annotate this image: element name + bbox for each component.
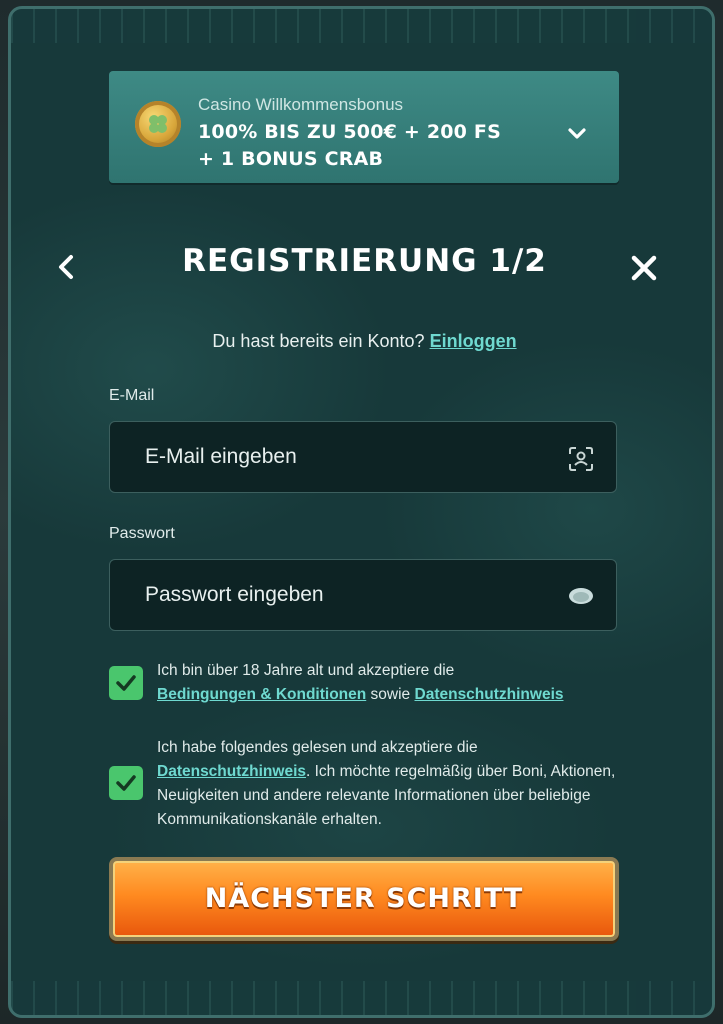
password-field[interactable] [110,560,540,630]
clover-coin-icon [135,101,181,147]
email-field-box[interactable] [109,421,617,493]
marketing-checkbox[interactable] [109,766,143,800]
bonus-title: Casino Willkommensbonus [198,95,404,114]
decorative-border-top [11,9,712,43]
email-field[interactable] [110,422,540,492]
decorative-border-bottom [11,981,712,1015]
checkmark-icon [116,675,136,691]
marketing-privacy-link[interactable]: Datenschutzhinweis [157,763,306,780]
checkmark-icon [116,775,136,791]
terms-consent-text: Ich bin über 18 Jahre alt und akzeptiere… [157,659,617,707]
welcome-bonus-banner[interactable]: Casino Willkommensbonus 100% BIS ZU 500€… [109,71,619,183]
login-prompt-text: Du hast bereits ein Konto? [212,331,425,351]
terms-text-1: Ich bin über 18 Jahre alt und akzeptiere… [157,662,455,679]
terms-conditions-link[interactable]: Bedingungen & Konditionen [157,686,366,703]
close-icon[interactable] [629,253,659,283]
terms-text-2: sowie [370,686,411,703]
next-step-button[interactable]: NÄCHSTER SCHRITT [109,857,619,941]
password-field-box[interactable] [109,559,617,631]
marketing-text-1: Ich habe folgendes gelesen und akzeptier… [157,739,478,756]
marketing-consent-text: Ich habe folgendes gelesen und akzeptier… [157,736,617,832]
registration-modal: Casino Willkommensbonus 100% BIS ZU 500€… [8,6,715,1018]
login-prompt: Du hast bereits ein Konto? Einloggen [11,331,712,352]
password-label: Passwort [109,525,175,542]
bonus-offer-line-1: 100% BIS ZU 500€ + 200 FS [198,121,501,143]
email-label: E-Mail [109,387,155,404]
eye-icon[interactable] [568,584,594,608]
page-title: REGISTRIERUNG 1/2 [182,243,547,279]
login-link[interactable]: Einloggen [430,331,517,351]
terms-checkbox[interactable] [109,666,143,700]
next-step-label: NÄCHSTER SCHRITT [204,883,524,914]
bonus-offer-line-2: + 1 BONUS CRAB [198,148,384,170]
chevron-down-icon[interactable] [565,121,589,145]
privacy-notice-link[interactable]: Datenschutzhinweis [415,686,564,703]
contact-scan-icon[interactable] [568,446,594,472]
